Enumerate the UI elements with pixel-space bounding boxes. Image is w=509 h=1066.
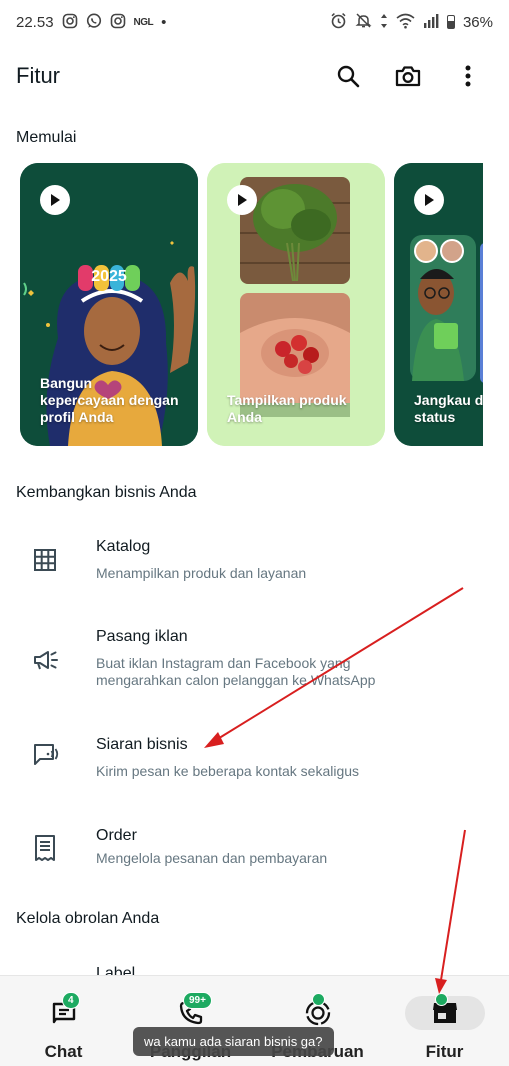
card-business-profile[interactable]: 2025 Bangun kepercayaan dengan profil An… <box>20 163 198 446</box>
calls-badge: 99+ <box>183 992 212 1009</box>
more-vert-icon[interactable] <box>453 61 483 91</box>
list-item-ads[interactable]: Pasang iklan Buat iklan Instagram dan Fa… <box>0 628 509 698</box>
battery-percent: 36% <box>462 13 493 31</box>
item-subtitle: Buat iklan Instagram dan Facebook yang m… <box>96 655 376 688</box>
instagram-icon <box>62 13 78 32</box>
status-bar-left: 22.53 NGL • <box>16 12 167 32</box>
whatsapp-icon <box>86 12 102 32</box>
play-icon[interactable] <box>414 185 444 215</box>
tools-dot <box>435 993 448 1006</box>
mute-icon <box>355 12 372 32</box>
data-arrows-icon <box>380 13 388 32</box>
toast-message: wa kamu ada siaran bisnis ga? <box>133 1027 334 1056</box>
megaphone-icon <box>32 648 60 676</box>
card-show-products[interactable]: Tampilkan produk Anda <box>207 163 385 446</box>
alarm-icon <box>330 12 347 32</box>
play-icon[interactable] <box>40 185 70 215</box>
ngl-icon: NGL <box>133 16 154 28</box>
chat-badge: 4 <box>62 992 80 1009</box>
section-title-manage-chats: Kelola obrolan Anda <box>16 910 160 927</box>
nav-label: Chat <box>44 1042 83 1061</box>
status-bar-right: 36% <box>330 12 493 32</box>
play-icon[interactable] <box>227 185 257 215</box>
annotation-arrows <box>204 587 466 994</box>
card-caption: Bangun kepercayaan dengan profil Anda <box>40 375 179 425</box>
app-header: Fitur <box>0 52 509 100</box>
year-badge-text: 2025 <box>91 268 127 285</box>
list-item-order[interactable]: Order Mengelola pesanan dan pembayaran <box>0 827 509 897</box>
card-caption: Tampilkan produk Anda <box>227 392 347 425</box>
item-subtitle: Kirim pesan ke beberapa kontak sekaligus <box>96 763 360 779</box>
item-subtitle: Mengelola pesanan dan pembayaran <box>96 850 328 866</box>
list-item-label-partial[interactable]: Label <box>96 965 135 975</box>
battery-icon <box>446 15 455 29</box>
list-item-broadcast[interactable]: Siaran bisnis Kirim pesan ke beberapa ko… <box>0 736 509 806</box>
updates-dot <box>312 993 325 1006</box>
catalog-grid-icon <box>32 547 60 575</box>
item-title: Siaran bisnis <box>96 736 188 753</box>
card-reach-status[interactable]: Jangkau d status <box>394 163 483 446</box>
search-icon[interactable] <box>333 61 363 91</box>
broadcast-chat-icon <box>32 742 60 770</box>
page-title: Fitur <box>16 63 60 88</box>
item-title: Pasang iklan <box>96 628 188 645</box>
signal-icon <box>423 13 439 31</box>
nav-tab-tools[interactable]: Fitur <box>381 976 508 1066</box>
item-title: Katalog <box>96 538 151 555</box>
item-title: Order <box>96 827 137 844</box>
item-subtitle: Menampilkan produk dan layanan <box>96 565 307 581</box>
status-time: 22.53 <box>16 13 54 31</box>
instagram-icon <box>110 13 126 32</box>
camera-icon[interactable] <box>393 61 423 91</box>
dot-icon: • <box>161 13 167 31</box>
section-title-getting-started: Memulai <box>16 129 77 146</box>
order-receipt-icon <box>32 834 60 862</box>
card-caption: Jangkau d status <box>414 392 483 425</box>
nav-label: Fitur <box>425 1042 464 1061</box>
status-bar: 22.53 NGL • 36% <box>0 0 509 44</box>
header-actions <box>333 61 483 91</box>
list-item-catalog[interactable]: Katalog Menampilkan produk dan layanan <box>0 538 509 608</box>
getting-started-carousel[interactable]: 2025 Bangun kepercayaan dengan profil An… <box>20 163 483 446</box>
section-title-grow-business: Kembangkan bisnis Anda <box>16 484 197 501</box>
nav-tab-chat[interactable]: 4 Chat <box>0 976 127 1066</box>
wifi-icon <box>396 13 415 32</box>
